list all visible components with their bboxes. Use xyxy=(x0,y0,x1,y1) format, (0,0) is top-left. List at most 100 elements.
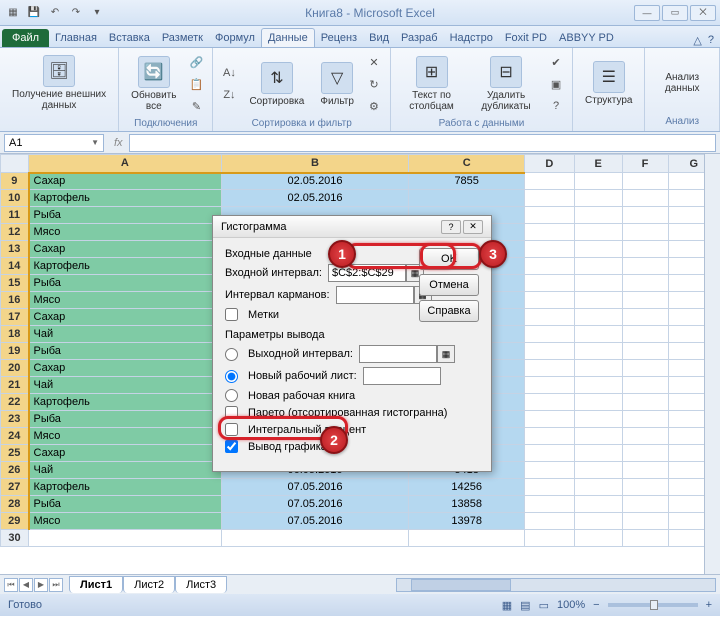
dialog-help-icon[interactable]: ? xyxy=(441,220,461,234)
cell-C10[interactable] xyxy=(409,190,525,207)
cell-E15[interactable] xyxy=(574,275,622,292)
chart-output-checkbox[interactable] xyxy=(225,440,238,453)
undo-icon[interactable]: ↶ xyxy=(46,4,64,22)
cell-D11[interactable] xyxy=(525,207,575,224)
sort-asc-icon[interactable]: A↓ xyxy=(219,63,239,83)
cell-C27[interactable]: 14256 xyxy=(409,479,525,496)
cell-E21[interactable] xyxy=(574,377,622,394)
cell-C28[interactable]: 13858 xyxy=(409,496,525,513)
cell-E14[interactable] xyxy=(574,258,622,275)
outline-button[interactable]: ☰ Структура xyxy=(579,59,638,108)
cell-F28[interactable] xyxy=(622,496,668,513)
cell-A29[interactable]: Мясо xyxy=(29,513,222,530)
row-header-19[interactable]: 19 xyxy=(1,343,29,360)
cell-A20[interactable]: Сахар xyxy=(29,360,222,377)
cell-D13[interactable] xyxy=(525,241,575,258)
cell-A26[interactable]: Чай xyxy=(29,462,222,479)
cell-D12[interactable] xyxy=(525,224,575,241)
refresh-all-button[interactable]: 🔄 Обновить все xyxy=(125,54,182,114)
output-range-radio[interactable] xyxy=(225,348,238,361)
reapply-icon[interactable]: ↻ xyxy=(364,74,384,94)
name-box[interactable]: A1 ▼ xyxy=(4,134,104,152)
ribbon-tab-формул[interactable]: Формул xyxy=(209,29,261,47)
cell-F26[interactable] xyxy=(622,462,668,479)
cell-A30[interactable] xyxy=(29,530,222,547)
properties-icon[interactable]: 📋 xyxy=(186,74,206,94)
row-header-24[interactable]: 24 xyxy=(1,428,29,445)
cell-E26[interactable] xyxy=(574,462,622,479)
cell-A16[interactable]: Мясо xyxy=(29,292,222,309)
ok-button[interactable]: OK xyxy=(419,248,479,270)
cell-F29[interactable] xyxy=(622,513,668,530)
cell-F16[interactable] xyxy=(622,292,668,309)
cell-D14[interactable] xyxy=(525,258,575,275)
row-header-23[interactable]: 23 xyxy=(1,411,29,428)
cell-F10[interactable] xyxy=(622,190,668,207)
cell-D28[interactable] xyxy=(525,496,575,513)
close-button[interactable]: ⨉ xyxy=(690,5,716,21)
cell-E18[interactable] xyxy=(574,326,622,343)
view-layout-icon[interactable]: ▤ xyxy=(520,599,530,612)
ribbon-tab-данные[interactable]: Данные xyxy=(261,28,315,47)
formula-input[interactable] xyxy=(129,134,716,152)
cell-D22[interactable] xyxy=(525,394,575,411)
row-header-18[interactable]: 18 xyxy=(1,326,29,343)
ribbon-tab-abbyy pd[interactable]: ABBYY PD xyxy=(553,29,620,47)
cell-A11[interactable]: Рыба xyxy=(29,207,222,224)
cell-F30[interactable] xyxy=(622,530,668,547)
cell-F25[interactable] xyxy=(622,445,668,462)
col-header-D[interactable]: D xyxy=(525,155,575,173)
row-header-17[interactable]: 17 xyxy=(1,309,29,326)
pareto-checkbox[interactable] xyxy=(225,406,238,419)
row-header-26[interactable]: 26 xyxy=(1,462,29,479)
cell-E13[interactable] xyxy=(574,241,622,258)
row-header-16[interactable]: 16 xyxy=(1,292,29,309)
edit-links-icon[interactable]: ✎ xyxy=(186,96,206,116)
ribbon-tab-надстро[interactable]: Надстро xyxy=(444,29,499,47)
row-header-25[interactable]: 25 xyxy=(1,445,29,462)
help-button[interactable]: Справка xyxy=(419,300,479,322)
row-header-10[interactable]: 10 xyxy=(1,190,29,207)
sheet-tab-1[interactable]: Лист1 xyxy=(69,576,123,593)
horizontal-scrollbar[interactable] xyxy=(396,578,716,592)
cell-A19[interactable]: Рыба xyxy=(29,343,222,360)
cell-E16[interactable] xyxy=(574,292,622,309)
cell-B9[interactable]: 02.05.2016 xyxy=(221,173,408,190)
text-to-columns-button[interactable]: ⊞ Текст по столбцам xyxy=(397,54,466,114)
dialog-close-icon[interactable]: ✕ xyxy=(463,220,483,234)
cell-B10[interactable]: 02.05.2016 xyxy=(221,190,408,207)
cell-D20[interactable] xyxy=(525,360,575,377)
chevron-down-icon[interactable]: ▼ xyxy=(91,138,99,147)
cell-A21[interactable]: Чай xyxy=(29,377,222,394)
zoom-level[interactable]: 100% xyxy=(557,599,585,611)
view-normal-icon[interactable]: ▦ xyxy=(502,599,512,612)
sort-button[interactable]: ⇅ Сортировка xyxy=(243,60,310,109)
ribbon-tab-вставка[interactable]: Вставка xyxy=(103,29,156,47)
cell-F19[interactable] xyxy=(622,343,668,360)
cell-A9[interactable]: Сахар xyxy=(29,173,222,190)
minimize-button[interactable]: — xyxy=(634,5,660,21)
cell-E24[interactable] xyxy=(574,428,622,445)
cell-F27[interactable] xyxy=(622,479,668,496)
cell-D15[interactable] xyxy=(525,275,575,292)
cell-F13[interactable] xyxy=(622,241,668,258)
advanced-icon[interactable]: ⚙ xyxy=(364,96,384,116)
cell-C30[interactable] xyxy=(409,530,525,547)
zoom-out-icon[interactable]: − xyxy=(593,599,599,611)
ribbon-minimize-icon[interactable]: △ xyxy=(693,34,701,47)
col-header-A[interactable]: A xyxy=(29,155,222,173)
row-header-9[interactable]: 9 xyxy=(1,173,29,190)
row-header-21[interactable]: 21 xyxy=(1,377,29,394)
cell-A18[interactable]: Чай xyxy=(29,326,222,343)
row-header-14[interactable]: 14 xyxy=(1,258,29,275)
cell-D25[interactable] xyxy=(525,445,575,462)
cancel-button[interactable]: Отмена xyxy=(419,274,479,296)
cell-D17[interactable] xyxy=(525,309,575,326)
ribbon-tab-foxit pd[interactable]: Foxit PD xyxy=(499,29,553,47)
row-header-22[interactable]: 22 xyxy=(1,394,29,411)
row-header-28[interactable]: 28 xyxy=(1,496,29,513)
labels-checkbox[interactable] xyxy=(225,308,238,321)
cell-E23[interactable] xyxy=(574,411,622,428)
cell-A14[interactable]: Картофель xyxy=(29,258,222,275)
sheet-nav-next-icon[interactable]: ▶ xyxy=(34,578,48,592)
